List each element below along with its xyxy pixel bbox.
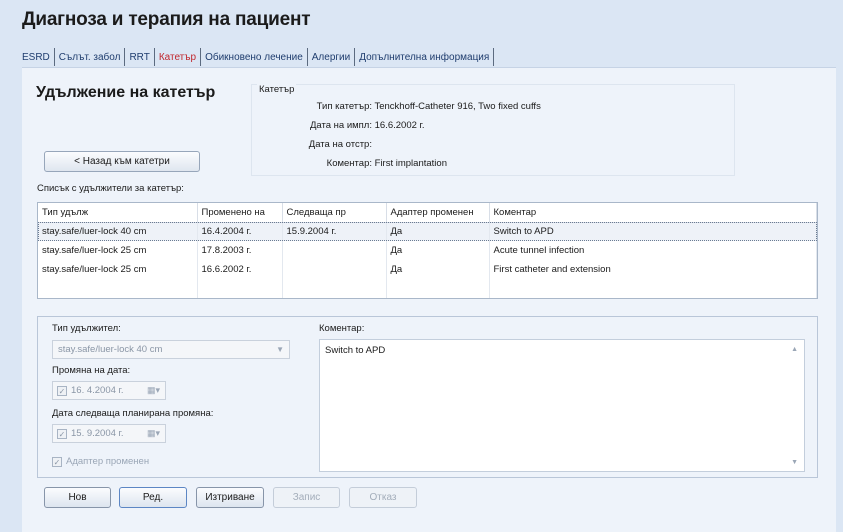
cell-changed-on: 17.8.2003 г. [197,241,283,260]
extensions-table[interactable]: Тип удълж Променено на Следваща пр Адапт… [37,202,818,299]
cell-comment: Acute tunnel infection [489,241,817,260]
catheter-info-legend: Катетър [257,84,297,95]
table-row[interactable]: stay.safe/luer-lock 25 cm 17.8.2003 г. Д… [38,241,817,260]
tab-bar: ESRD Сълът. забол RRT Катетър Обикновено… [22,48,495,66]
checkbox-icon: ✓ [52,456,62,467]
new-button[interactable]: Нов [44,487,111,508]
catheter-type-value: Tenckhoff-Catheter 916, Two fixed cuffs [374,101,541,112]
calendar-icon[interactable]: ▦▾ [147,428,160,439]
checkbox-icon[interactable]: ✓ [57,385,67,396]
column-header-changed-on[interactable]: Променено на [197,203,283,223]
cell-comment: First catheter and extension [489,260,817,279]
calendar-icon[interactable]: ▦▾ [147,385,160,396]
impl-date-row: Дата на импл: 16.6.2002 г. [252,120,425,131]
cell-changed-on: 16.6.2002 г. [197,260,283,279]
tab-catheter[interactable]: Катетър [155,48,202,66]
cell-next-change [282,260,387,279]
impl-date-label: Дата на импл: [309,120,372,131]
tab-comorbidities[interactable]: Сълът. забол [55,48,126,66]
removal-date-row: Дата на отстр: [252,139,372,150]
cell-adapter-changed: Да [386,260,490,279]
removal-date-label: Дата на отстр: [308,139,372,150]
cell-next-change: 15.9.2004 г. [282,222,387,241]
catheter-type-label: Тип катетър: [316,101,372,112]
adapter-changed-checkbox[interactable]: ✓ Адаптер променен [52,456,149,467]
tab-usual-treatment[interactable]: Обикновено лечение [201,48,308,66]
cell-type: stay.safe/luer-lock 40 cm [38,222,198,241]
change-date-picker[interactable]: ✓ 16. 4.2004 г. ▦▾ [52,381,166,400]
catheter-comment-row: Коментар: First implantation [252,158,447,169]
page-title: Диагноза и терапия на пациент [22,9,311,30]
table-row-empty [38,279,817,298]
catheter-type-row: Тип катетър: Tenckhoff-Catheter 916, Two… [252,101,541,112]
catheter-info-box: Катетър Тип катетър: Tenckhoff-Catheter … [251,84,735,176]
column-header-type[interactable]: Тип удълж [38,203,198,223]
extension-detail-panel: Тип удължител: stay.safe/luer-lock 40 cm… [37,316,818,478]
cancel-button[interactable]: Отказ [349,487,417,508]
scroll-up-icon[interactable]: ▲ [791,346,798,353]
tab-esrd[interactable]: ESRD [22,48,55,66]
change-date-label: Промяна на дата: [52,365,131,376]
cell-changed-on: 16.4.2004 г. [197,222,283,241]
back-to-catheters-button[interactable]: < Назад към катетри [44,151,200,172]
catheter-extension-panel: Удължение на катетър < Назад към катетри… [22,67,836,532]
extension-type-label: Тип удължител: [52,323,121,334]
catheter-comment-label: Коментар: [326,158,372,169]
tab-rrt[interactable]: RRT [125,48,155,66]
section-title: Удължение на катетър [36,84,216,101]
cell-adapter-changed: Да [386,222,490,241]
cell-next-change [282,241,387,260]
catheter-comment-value: First implantation [374,158,447,169]
next-change-date-value: 15. 9.2004 г. [71,428,124,439]
tab-additional-info[interactable]: Допълнителна информация [355,48,495,66]
chevron-down-icon: ▼ [276,345,284,354]
column-header-comment[interactable]: Коментар [489,203,817,223]
detail-comment-textarea[interactable]: Switch to APD ▲ ▼ [319,339,805,472]
next-change-label: Дата следваща планирана промяна: [52,408,214,419]
table-header-row: Тип удълж Променено на Следваща пр Адапт… [38,203,817,223]
extension-type-value: stay.safe/luer-lock 40 cm [58,344,163,355]
cell-type: stay.safe/luer-lock 25 cm [38,241,198,260]
table-row[interactable]: stay.safe/luer-lock 40 cm 16.4.2004 г. 1… [38,222,817,241]
next-change-date-picker[interactable]: ✓ 15. 9.2004 г. ▦▾ [52,424,166,443]
checkbox-icon[interactable]: ✓ [57,428,67,439]
edit-button[interactable]: Ред. [119,487,187,508]
tab-allergies[interactable]: Алергии [308,48,356,66]
column-header-next-change[interactable]: Следваща пр [282,203,387,223]
delete-button[interactable]: Изтриване [196,487,264,508]
cell-adapter-changed: Да [386,241,490,260]
scroll-down-icon[interactable]: ▼ [791,459,798,466]
save-button[interactable]: Запис [273,487,340,508]
column-header-adapter-changed[interactable]: Адаптер променен [386,203,490,223]
table-row[interactable]: stay.safe/luer-lock 25 cm 16.6.2002 г. Д… [38,260,817,279]
detail-comment-label: Коментар: [319,323,365,334]
extension-type-select[interactable]: stay.safe/luer-lock 40 cm ▼ [52,340,290,359]
extensions-list-caption: Списък с удължители за катетър: [37,183,184,194]
impl-date-value: 16.6.2002 г. [374,120,425,131]
cell-type: stay.safe/luer-lock 25 cm [38,260,198,279]
adapter-changed-label: Адаптер променен [66,456,150,467]
cell-comment: Switch to APD [489,222,817,241]
detail-comment-value: Switch to APD [325,345,386,356]
change-date-value: 16. 4.2004 г. [71,385,124,396]
